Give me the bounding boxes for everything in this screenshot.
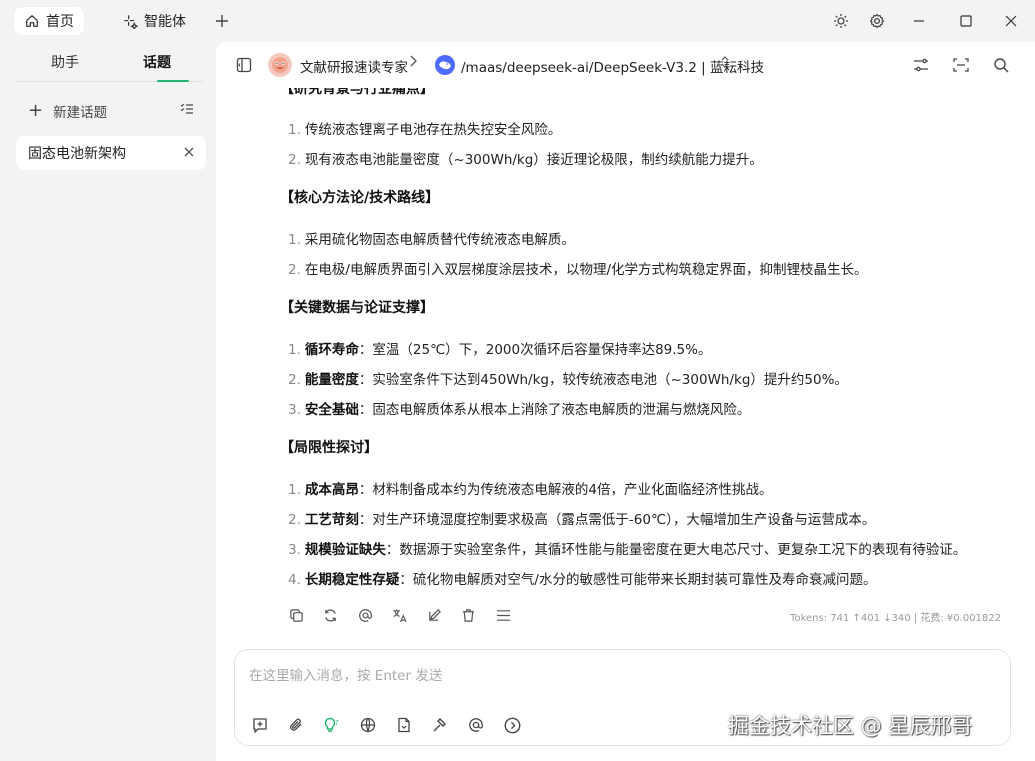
- section-heading: 【核心方法论/技术路线】: [280, 190, 440, 206]
- deepseek-whale-icon: [435, 55, 455, 75]
- new-topic-icon[interactable]: [249, 714, 271, 736]
- tools-hammer-icon[interactable]: [429, 714, 451, 736]
- close-icon[interactable]: [184, 145, 194, 161]
- section-heading: 【研究背景与行业痛点】: [280, 88, 434, 97]
- copy-icon[interactable]: [286, 605, 306, 625]
- sparkle-icon: [122, 13, 138, 29]
- model-selector[interactable]: /maas/deepseek-ai/DeepSeek-V3.2 | 蓝耘科技: [461, 56, 764, 76]
- list-item: 3. 安全基础：固态电解质体系从根本上消除了液态电解质的泄漏与燃烧风险。: [288, 402, 751, 418]
- settings-gear-icon[interactable]: [866, 10, 888, 32]
- close-window-icon[interactable]: [1000, 10, 1022, 32]
- svg-text:?: ?: [335, 719, 339, 727]
- message-input[interactable]: [249, 664, 989, 690]
- section-heading: 【关键数据与论证支撑】: [280, 300, 434, 316]
- sidebar-tabs: 助手 话题: [16, 42, 204, 82]
- topic-label: 固态电池新架构: [28, 146, 126, 162]
- attachment-paperclip-icon[interactable]: [285, 714, 307, 736]
- mention-icon[interactable]: [355, 605, 375, 625]
- list-item: 2. 现有液态电池能量密度（~300Wh/kg）接近理论极限，制约续航能力提升。: [288, 152, 763, 168]
- plus-icon: +: [28, 100, 44, 121]
- list-item: 3. 规模验证缺失：数据源于实验室条件，其循环性能与能量密度在更大电芯尺寸、更复杂…: [288, 542, 967, 558]
- list-item: 1. 成本高昂：材料制备成本约为传统液态电解液的4倍，产业化面临经济性挑战。: [288, 482, 773, 498]
- web-search-globe-icon[interactable]: [357, 714, 379, 736]
- chat-panel: 文献研报速读专家 /maas/deepseek-ai/DeepSeek-V3.2…: [216, 42, 1035, 761]
- title-bar: 首页 智能体: [0, 0, 1035, 42]
- input-toolbar: ?: [249, 714, 537, 736]
- watermark: 掘金技术社区 @ 星辰邢哥: [728, 714, 973, 738]
- new-topic-button[interactable]: + 新建话题: [28, 100, 194, 122]
- assistant-name[interactable]: 文献研报速读专家: [300, 56, 408, 76]
- chevron-updown-icon[interactable]: [720, 55, 730, 72]
- list-item: 1. 传统液态锂离子电池存在热失控安全风险。: [288, 122, 562, 138]
- maximize-icon[interactable]: [955, 10, 977, 32]
- sidebar: 助手 话题 + 新建话题 固态电池新架构: [0, 42, 216, 761]
- sort-list-icon[interactable]: [180, 102, 194, 120]
- fit-width-icon[interactable]: [950, 54, 972, 76]
- tab-label: 智能体: [144, 14, 186, 30]
- toggle-sidebar-icon[interactable]: [233, 54, 255, 76]
- assistant-avatar[interactable]: [268, 53, 292, 77]
- message-content: 【研究背景与行业痛点】 1. 传统液态锂离子电池存在热失控安全风险。 2. 现有液态…: [216, 88, 1035, 628]
- token-usage: Tokens: 741 ↑401 ↓340 | 花费: ¥0.001822: [790, 613, 1001, 624]
- search-icon[interactable]: [990, 54, 1012, 76]
- chat-header: 文献研报速读专家 /maas/deepseek-ai/DeepSeek-V3.2…: [216, 42, 1035, 88]
- list-item: 2. 能量密度：实验室条件下达到450Wh/kg，较传统液态电池（~300Wh/k…: [288, 372, 848, 388]
- topic-item[interactable]: 固态电池新架构: [16, 136, 206, 170]
- list-item: 2. 在电极/电解质界面引入双层梯度涂层技术，以物理/化学方式构筑稳定界面，抑制锂…: [288, 262, 868, 278]
- delete-trash-icon[interactable]: [459, 605, 479, 625]
- more-menu-icon[interactable]: [493, 605, 513, 625]
- tab-home[interactable]: 首页: [14, 7, 84, 35]
- chevron-right-icon: [408, 55, 418, 71]
- regenerate-icon[interactable]: [321, 605, 341, 625]
- minimize-icon[interactable]: [908, 10, 930, 32]
- knowledge-file-icon[interactable]: [393, 714, 415, 736]
- tab-label: 首页: [46, 14, 74, 30]
- add-tab-icon[interactable]: [211, 10, 233, 32]
- sliders-settings-icon[interactable]: [910, 54, 932, 76]
- lightbulb-reasoning-icon[interactable]: ?: [321, 714, 343, 736]
- tab-assistants[interactable]: 助手: [18, 52, 112, 72]
- tab-topics[interactable]: 话题: [110, 52, 204, 72]
- edit-icon[interactable]: [424, 605, 444, 625]
- mention-model-icon[interactable]: [465, 714, 487, 736]
- tab-agents[interactable]: 智能体: [112, 7, 196, 35]
- section-heading: 【局限性探讨】: [280, 440, 378, 456]
- message-actions: [286, 605, 528, 625]
- new-topic-label: 新建话题: [53, 105, 108, 121]
- theme-sun-icon[interactable]: [830, 10, 852, 32]
- active-tab-indicator: [157, 80, 189, 82]
- list-item: 1. 循环寿命：室温（25℃）下，2000次循环后容量保持率达89.5%。: [288, 342, 712, 358]
- translate-icon[interactable]: [390, 605, 410, 625]
- list-item: 4. 长期稳定性存疑：硫化物电解质对空气/水分的敏感性可能带来长期封装可靠性及寿命…: [288, 572, 877, 588]
- send-arrow-icon[interactable]: [501, 714, 523, 736]
- list-item: 1. 采用硫化物固态电解质替代传统液态电解质。: [288, 232, 575, 248]
- list-item: 2. 工艺苛刻：对生产环境湿度控制要求极高（露点需低于-60℃），大幅增加生产设备…: [288, 512, 876, 528]
- home-icon: [24, 13, 40, 29]
